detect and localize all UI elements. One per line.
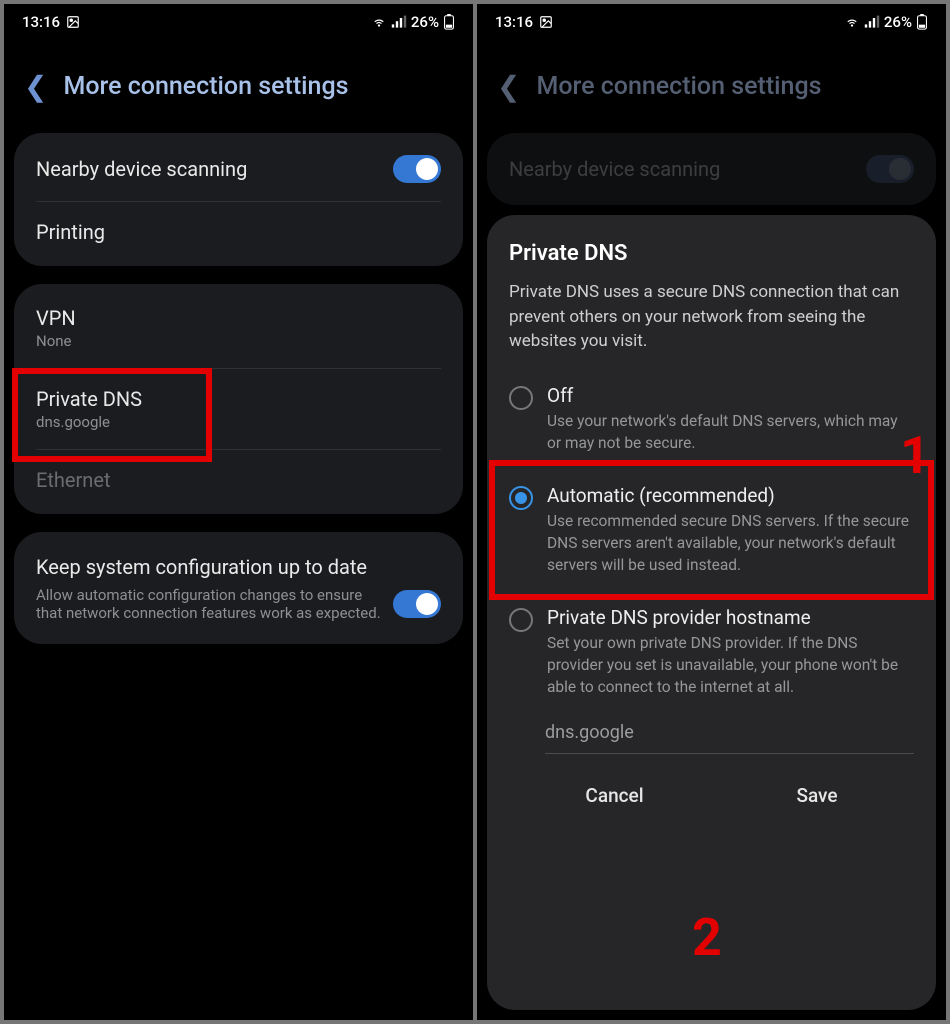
- nearby-scanning-toggle[interactable]: [393, 155, 441, 183]
- radio-host-title: Private DNS provider hostname: [547, 606, 914, 629]
- status-bar: 13:16 26%: [4, 4, 473, 40]
- phone-left: 13:16 26% ❮ More connection settings Nea…: [4, 4, 473, 1020]
- status-time: 13:16: [22, 13, 60, 31]
- phone-right: 13:16 26% ❮ More connection settings Nea…: [477, 4, 946, 1020]
- radio-auto-title: Automatic (recommended): [547, 484, 914, 507]
- signal-icon: [864, 15, 880, 29]
- radio-automatic[interactable]: Automatic (recommended) Use recommended …: [509, 472, 914, 594]
- radio-auto-desc: Use recommended secure DNS servers. If t…: [547, 511, 914, 576]
- image-icon: [539, 15, 553, 29]
- status-bar: 13:16 26%: [477, 4, 946, 40]
- wifi-icon: [371, 15, 387, 29]
- private-dns-sub: dns.google: [36, 413, 441, 431]
- dns-radio-group: Off Use your network's default DNS serve…: [509, 372, 914, 717]
- dns-hostname-input[interactable]: dns.google: [545, 718, 914, 754]
- radio-off[interactable]: Off Use your network's default DNS serve…: [509, 372, 914, 472]
- row-nearby-scanning[interactable]: Nearby device scanning: [14, 137, 463, 201]
- radio-host-desc: Set your own private DNS provider. If th…: [547, 633, 914, 698]
- section-devices: Nearby device scanning Printing: [14, 133, 463, 266]
- row-printing[interactable]: Printing: [14, 202, 463, 262]
- radio-button-automatic[interactable]: [509, 486, 533, 510]
- dialog-title: Private DNS: [509, 241, 914, 266]
- radio-off-desc: Use your network's default DNS servers, …: [547, 411, 914, 454]
- nearby-scanning-label: Nearby device scanning: [509, 157, 866, 181]
- nearby-scanning-toggle-dim: [866, 155, 914, 183]
- battery-percent: 26%: [411, 13, 439, 31]
- row-private-dns[interactable]: Private DNS dns.google: [14, 369, 463, 449]
- dialog-actions: Cancel Save: [509, 772, 914, 813]
- radio-off-title: Off: [547, 384, 914, 407]
- row-vpn[interactable]: VPN None: [14, 288, 463, 368]
- save-button[interactable]: Save: [772, 778, 861, 813]
- page-title: More connection settings: [536, 72, 821, 101]
- cancel-button[interactable]: Cancel: [561, 778, 667, 813]
- annotation-number-2: 2: [692, 907, 722, 968]
- radio-button-off[interactable]: [509, 386, 533, 410]
- row-ethernet: Ethernet: [14, 450, 463, 510]
- section-network: VPN None Private DNS dns.google Ethernet: [14, 284, 463, 514]
- row-keep-config[interactable]: Keep system configuration up to date All…: [14, 536, 463, 640]
- back-icon[interactable]: ❮: [24, 70, 47, 103]
- vpn-label: VPN: [36, 306, 441, 330]
- back-icon: ❮: [497, 70, 520, 103]
- keep-config-label: Keep system configuration up to date: [36, 554, 381, 580]
- battery-icon: [916, 14, 928, 30]
- private-dns-label: Private DNS: [36, 387, 441, 411]
- battery-percent: 26%: [884, 13, 912, 31]
- printing-label: Printing: [36, 220, 441, 244]
- page-title: More connection settings: [63, 72, 348, 101]
- image-icon: [66, 15, 80, 29]
- keep-config-toggle[interactable]: [393, 590, 441, 618]
- radio-hostname[interactable]: Private DNS provider hostname Set your o…: [509, 594, 914, 716]
- row-nearby-scanning-dim: Nearby device scanning: [487, 137, 936, 201]
- wifi-icon: [844, 15, 860, 29]
- radio-button-hostname[interactable]: [509, 608, 533, 632]
- private-dns-dialog: Private DNS Private DNS uses a secure DN…: [487, 215, 936, 1010]
- ethernet-label: Ethernet: [36, 468, 441, 492]
- signal-icon: [391, 15, 407, 29]
- page-header-dim: ❮ More connection settings: [477, 40, 946, 133]
- page-header: ❮ More connection settings: [4, 40, 473, 133]
- section-devices-dim: Nearby device scanning: [487, 133, 936, 205]
- dialog-description: Private DNS uses a secure DNS connection…: [509, 280, 914, 354]
- section-system: Keep system configuration up to date All…: [14, 532, 463, 644]
- keep-config-sub: Allow automatic configuration changes to…: [36, 586, 381, 622]
- vpn-sub: None: [36, 332, 441, 350]
- status-time: 13:16: [495, 13, 533, 31]
- battery-icon: [443, 14, 455, 30]
- nearby-scanning-label: Nearby device scanning: [36, 157, 393, 181]
